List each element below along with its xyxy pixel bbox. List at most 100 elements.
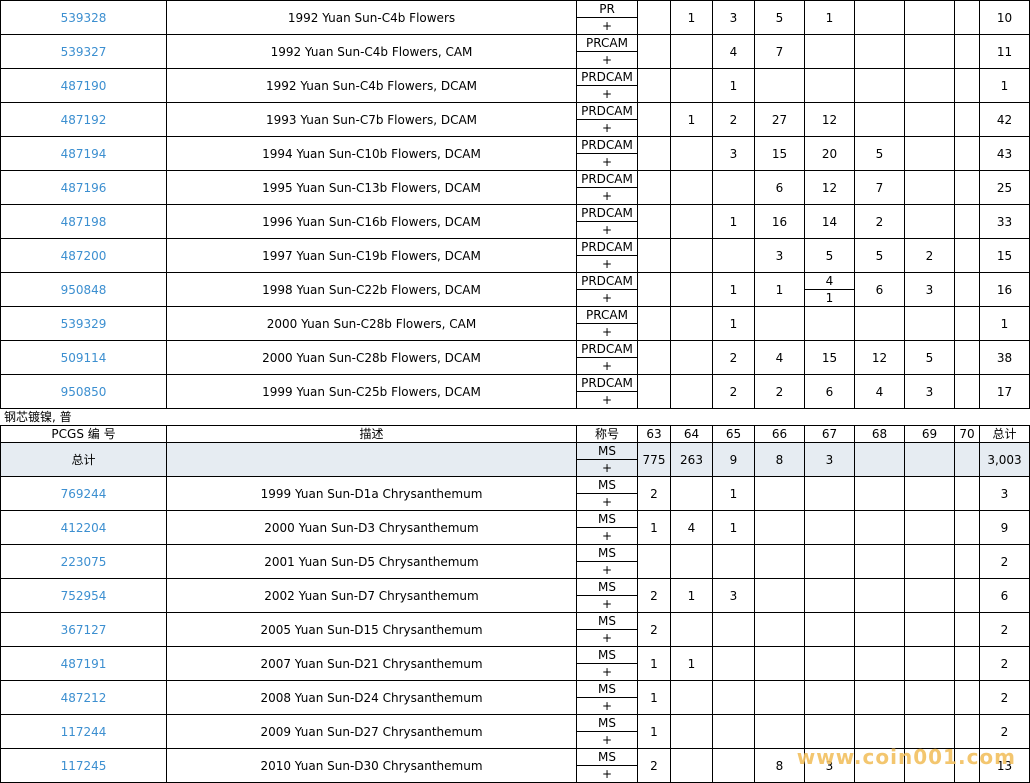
grade-label: MS <box>577 648 637 664</box>
grade-count-cell <box>754 544 805 579</box>
header-pcgs: PCGS 编 号 <box>0 425 167 443</box>
grade-plus: + <box>601 155 613 169</box>
pcgs-number-link[interactable]: 487190 <box>0 68 167 103</box>
table-row: 412204 2000 Yuan Sun-D3 Chrysanthemum MS +1… <box>0 510 1030 545</box>
table-row: 487212 2008 Yuan Sun-D24 Chrysanthemum MS +… <box>0 680 1030 715</box>
grade-count-cell: 4 <box>670 510 713 545</box>
pcgs-number-link[interactable]: 539327 <box>0 34 167 69</box>
pcgs-number-link[interactable]: 950848 <box>0 272 167 307</box>
grade-count-cell <box>670 544 713 579</box>
grade-cell: PR + <box>576 0 638 35</box>
grade-cell: PRCAM + <box>576 306 638 341</box>
grade-count-cell <box>670 714 713 749</box>
grade-cell: MS + <box>576 544 638 579</box>
grade-plus: + <box>601 223 613 237</box>
grade-count-cell: 4 <box>712 34 755 69</box>
header-total: 总计 <box>979 425 1030 443</box>
pcgs-number-link[interactable]: 487194 <box>0 136 167 171</box>
pcgs-number-link[interactable]: 487191 <box>0 646 167 681</box>
pcgs-number-link[interactable]: 487212 <box>0 680 167 715</box>
pcgs-number-link[interactable]: 539329 <box>0 306 167 341</box>
description-cell: 1992 Yuan Sun-C4b Flowers, CAM <box>166 34 577 69</box>
grade-label: MS <box>577 478 637 494</box>
pcgs-number-link[interactable]: 117245 <box>0 748 167 783</box>
grade-count-cell <box>954 374 980 409</box>
grade-count-cell <box>954 0 980 35</box>
grade-cell: PRDCAM + <box>576 136 638 171</box>
grade-count-cell <box>670 612 713 647</box>
grade-plus: + <box>601 291 613 305</box>
grade-count-cell <box>712 170 755 205</box>
grade-count-cell <box>637 272 671 307</box>
population-table-ms: PCGS 编 号 描述 称号 63 64 65 66 67 68 69 70 总… <box>0 425 1030 783</box>
grade-count-cell <box>804 578 855 613</box>
pcgs-number-link[interactable]: 367127 <box>0 612 167 647</box>
grade-count-cell: 1 <box>712 510 755 545</box>
grade-count-cell <box>804 646 855 681</box>
grade-count-cell: 1 <box>712 204 755 239</box>
grade-count-cell <box>712 714 755 749</box>
table-row: 117244 2009 Yuan Sun-D27 Chrysanthemum MS +… <box>0 714 1030 749</box>
pcgs-number-link[interactable]: 412204 <box>0 510 167 545</box>
grade-plus: + <box>601 53 613 67</box>
grade-count-cell <box>854 612 905 647</box>
grade-cell: PRDCAM + <box>576 374 638 409</box>
pcgs-number-link[interactable]: 950850 <box>0 374 167 409</box>
pcgs-number-link[interactable]: 487196 <box>0 170 167 205</box>
grade-count-cell <box>904 510 955 545</box>
pcgs-number-link[interactable]: 769244 <box>0 476 167 511</box>
grade-count-cell <box>854 714 905 749</box>
grade-count-cell <box>954 102 980 137</box>
grade-count-cell <box>954 510 980 545</box>
grade-count-cell: 5 <box>854 136 905 171</box>
grade-plus: + <box>601 325 613 339</box>
grade-count-cell <box>854 102 905 137</box>
grade-count-cell <box>854 442 905 477</box>
grade-count-cell: 1 <box>712 68 755 103</box>
grade-count-cell <box>904 68 955 103</box>
total-label: 总计 <box>0 442 167 477</box>
pcgs-number-link[interactable]: 487198 <box>0 204 167 239</box>
header-grade: 称号 <box>576 425 638 443</box>
grade-count-cell: 9 <box>712 442 755 477</box>
header-col-67: 67 <box>804 425 855 443</box>
table-row: 487192 1993 Yuan Sun-C7b Flowers, DCAM PRD… <box>0 102 1030 137</box>
grade-count-cell <box>954 238 980 273</box>
split-count-top: 4 <box>805 274 854 290</box>
grade-label: MS <box>577 682 637 698</box>
grade-count-cell <box>670 374 713 409</box>
table-row: 487191 2007 Yuan Sun-D21 Chrysanthemum MS +… <box>0 646 1030 681</box>
pcgs-number-link[interactable]: 509114 <box>0 340 167 375</box>
grade-count-cell <box>904 612 955 647</box>
grade-count-cell <box>637 0 671 35</box>
header-col-68: 68 <box>854 425 905 443</box>
pcgs-number-link[interactable]: 117244 <box>0 714 167 749</box>
grade-count-cell <box>954 612 980 647</box>
grade-count-cell <box>904 578 955 613</box>
pcgs-number-link[interactable]: 223075 <box>0 544 167 579</box>
row-total-cell: 17 <box>979 374 1030 409</box>
pcgs-number-link[interactable]: 752954 <box>0 578 167 613</box>
row-total-cell: 2 <box>979 680 1030 715</box>
grade-cell: MS + <box>576 442 638 477</box>
grade-cell: PRDCAM + <box>576 170 638 205</box>
grade-count-cell: 2 <box>754 374 805 409</box>
grade-count-cell <box>754 68 805 103</box>
description-cell: 2002 Yuan Sun-D7 Chrysanthemum <box>166 578 577 613</box>
grade-count-cell <box>854 34 905 69</box>
grade-label: PRDCAM <box>577 240 637 256</box>
pcgs-number-link[interactable]: 539328 <box>0 0 167 35</box>
pcgs-number-link[interactable]: 487200 <box>0 238 167 273</box>
row-total-cell: 25 <box>979 170 1030 205</box>
row-total-cell: 43 <box>979 136 1030 171</box>
grade-count-cell <box>904 680 955 715</box>
table-row: 487194 1994 Yuan Sun-C10b Flowers, DCAM PR… <box>0 136 1030 171</box>
description-cell <box>166 442 577 477</box>
row-total-cell: 3 <box>979 476 1030 511</box>
pcgs-number-link[interactable]: 487192 <box>0 102 167 137</box>
row-total-cell: 1 <box>979 68 1030 103</box>
grade-count-cell <box>954 646 980 681</box>
grade-count-cell: 3 <box>804 442 855 477</box>
grade-count-cell <box>954 272 980 307</box>
grade-count-cell <box>754 646 805 681</box>
